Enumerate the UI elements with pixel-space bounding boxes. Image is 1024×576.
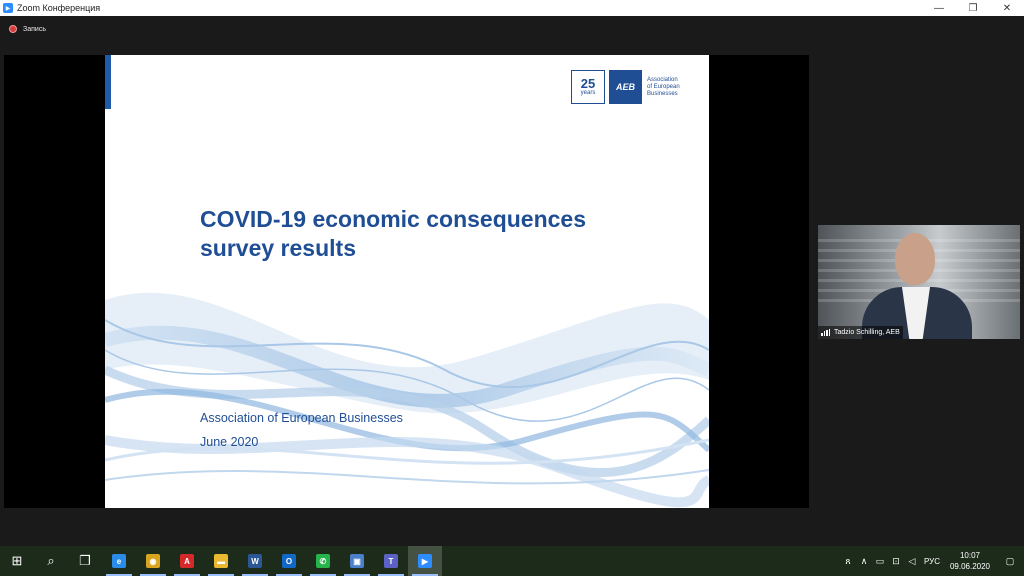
network-icon[interactable]: ⊡ bbox=[888, 556, 904, 567]
word-icon-glyph: W bbox=[248, 554, 262, 568]
network-app-icon[interactable]: ▣ bbox=[340, 546, 374, 576]
acrobat-icon[interactable]: A bbox=[170, 546, 204, 576]
aeb-badge: AEB bbox=[609, 70, 642, 104]
slide-accent-bar bbox=[105, 55, 111, 109]
record-icon bbox=[9, 25, 17, 33]
acrobat-icon-glyph: A bbox=[180, 554, 194, 568]
aeb-logo: 25 years AEB Association of European Bus… bbox=[571, 70, 695, 104]
whatsapp-icon[interactable]: ✆ bbox=[306, 546, 340, 576]
anniversary-badge: 25 years bbox=[571, 70, 605, 104]
logo-text: Association of European Businesses bbox=[647, 77, 695, 98]
chevron-up-icon[interactable]: ∧ bbox=[856, 556, 872, 567]
participant-video[interactable]: Tadzio Schilling, AEB bbox=[818, 225, 1020, 339]
connection-signal-icon bbox=[821, 329, 831, 336]
teams-icon-glyph: T bbox=[384, 554, 398, 568]
clock-time: 10:07 bbox=[959, 551, 981, 560]
window-titlebar: ▶ Zoom Конференция — ❐ ✕ bbox=[0, 0, 1024, 16]
taskbar-apps: ⊞ ⌕ ❐ e ◉ A ▬ W O ✆ ▣ T ▶ bbox=[0, 546, 442, 576]
decorative-waves bbox=[105, 292, 709, 508]
system-clock[interactable]: 10:07 09.06.2020 bbox=[944, 550, 996, 572]
logo-text-line-1: Association bbox=[647, 76, 678, 83]
language-indicator[interactable]: РУС bbox=[920, 557, 944, 566]
search-icon[interactable]: ⌕ bbox=[34, 546, 68, 576]
chrome-icon-glyph: ◉ bbox=[146, 554, 160, 568]
maximize-button[interactable]: ❐ bbox=[956, 0, 990, 16]
clock-date: 09.06.2020 bbox=[949, 562, 991, 571]
zoom-app-icon: ▶ bbox=[3, 3, 13, 13]
anniversary-number: 25 bbox=[580, 76, 596, 91]
start-icon[interactable]: ⊞ bbox=[0, 546, 34, 576]
whatsapp-icon-glyph: ✆ bbox=[316, 554, 330, 568]
logo-text-line-3: Businesses bbox=[647, 90, 678, 97]
task-view-icon[interactable]: ❐ bbox=[68, 546, 102, 576]
zoom-icon-glyph: ▶ bbox=[418, 554, 432, 568]
participant-name: Tadzio Schilling, AEB bbox=[834, 329, 900, 336]
recording-label: Запись bbox=[23, 25, 46, 33]
slide-title: COVID-19 economic consequences survey re… bbox=[200, 205, 680, 263]
volume-icon[interactable]: ◁ bbox=[904, 556, 920, 567]
participant-name-tag: Tadzio Schilling, AEB bbox=[818, 326, 903, 339]
anniversary-label: years bbox=[580, 90, 596, 96]
presentation-slide: 25 years AEB Association of European Bus… bbox=[105, 55, 709, 508]
zoom-icon[interactable]: ▶ bbox=[408, 546, 442, 576]
chrome-icon[interactable]: ◉ bbox=[136, 546, 170, 576]
close-button[interactable]: ✕ bbox=[990, 0, 1024, 16]
outlook-icon-glyph: O bbox=[282, 554, 296, 568]
slide-title-line-2: survey results bbox=[200, 235, 356, 261]
notification-center-icon[interactable]: ▢ bbox=[996, 556, 1024, 567]
battery-icon[interactable]: ▭ bbox=[872, 556, 888, 567]
slide-title-line-1: COVID-19 economic consequences bbox=[200, 206, 587, 232]
edge-icon[interactable]: e bbox=[102, 546, 136, 576]
outlook-icon[interactable]: O bbox=[272, 546, 306, 576]
network-app-icon-glyph: ▣ bbox=[350, 554, 364, 568]
slide-organization: Association of European Businesses bbox=[200, 411, 403, 425]
meeting-area: Запись 25 years AEB Association of Europ… bbox=[0, 16, 1024, 546]
file-explorer-icon-glyph: ▬ bbox=[214, 554, 228, 568]
participant-head bbox=[895, 233, 935, 285]
teams-icon[interactable]: T bbox=[374, 546, 408, 576]
slide-date: June 2020 bbox=[200, 435, 259, 449]
edge-icon-glyph: e bbox=[112, 554, 126, 568]
windows-taskbar: ⊞ ⌕ ❐ e ◉ A ▬ W O ✆ ▣ T ▶ ጸ ∧ ▭ ⊡ ◁ РУС 10:07 09.06.… bbox=[0, 546, 1024, 576]
word-icon[interactable]: W bbox=[238, 546, 272, 576]
system-tray: ጸ ∧ ▭ ⊡ ◁ РУС 10:07 09.06.2020 ▢ bbox=[840, 546, 1024, 576]
shared-screen: 25 years AEB Association of European Bus… bbox=[4, 55, 809, 508]
window-controls: — ❐ ✕ bbox=[922, 0, 1024, 16]
minimize-button[interactable]: — bbox=[922, 0, 956, 16]
person-icon[interactable]: ጸ bbox=[840, 556, 856, 567]
window-title: Zoom Конференция bbox=[17, 3, 101, 13]
recording-indicator[interactable]: Запись bbox=[0, 16, 1024, 42]
logo-text-line-2: of European bbox=[647, 83, 680, 90]
file-explorer-icon[interactable]: ▬ bbox=[204, 546, 238, 576]
